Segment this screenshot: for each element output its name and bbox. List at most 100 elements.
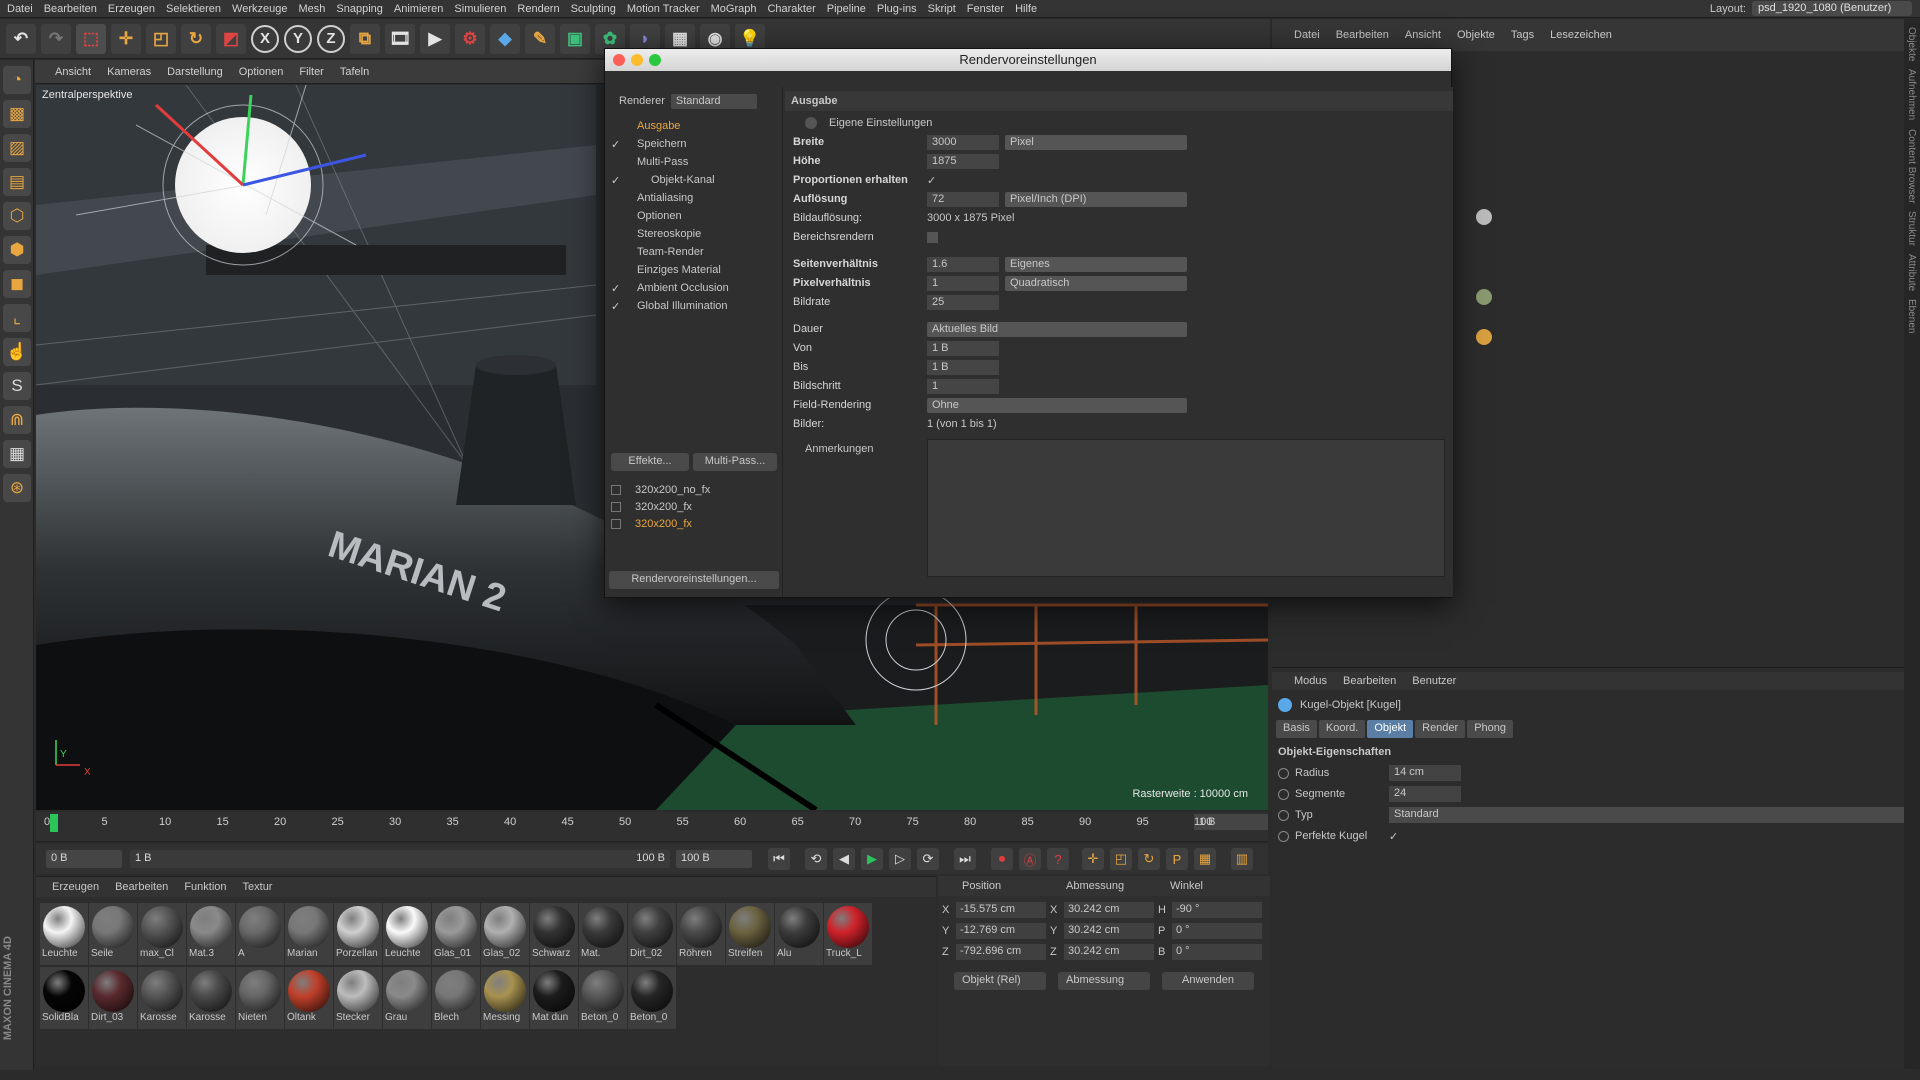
y-axis-lock-icon[interactable]: Y: [284, 24, 312, 53]
apply-button[interactable]: Anwenden: [1162, 972, 1254, 990]
side-tab[interactable]: Content Browser: [1906, 129, 1917, 203]
aspect-field[interactable]: 1.6: [927, 256, 999, 272]
move-tool-icon[interactable]: ✛: [111, 23, 141, 54]
menu-item[interactable]: Rendern: [517, 3, 559, 15]
material-swatch[interactable]: Mat.: [579, 903, 627, 965]
texture-mode-icon[interactable]: ▨: [3, 134, 31, 162]
material-swatch[interactable]: Grau: [383, 967, 431, 1029]
perfect-checkbox[interactable]: ✓: [1389, 830, 1398, 843]
side-tab[interactable]: Struktur: [1906, 211, 1917, 246]
attribute-tab[interactable]: Objekt: [1367, 720, 1414, 738]
menu-item[interactable]: Snapping: [336, 3, 383, 15]
material-swatch[interactable]: SolidBla: [40, 967, 88, 1029]
keyframe-selection-icon[interactable]: ?: [1047, 848, 1069, 870]
material-swatch[interactable]: Blech: [432, 967, 480, 1029]
autokey-icon[interactable]: Ⓐ: [1019, 848, 1041, 870]
material-menu-item[interactable]: Funktion: [184, 881, 226, 893]
width-field[interactable]: 3000: [927, 134, 999, 150]
close-icon[interactable]: [613, 54, 625, 66]
material-menu-item[interactable]: Bearbeiten: [115, 881, 168, 893]
zoom-icon[interactable]: [649, 54, 661, 66]
minimize-icon[interactable]: [631, 54, 643, 66]
next-frame-icon[interactable]: ▷: [889, 848, 911, 870]
object-menu-item[interactable]: Datei: [1294, 29, 1320, 41]
position-field[interactable]: -15.575 cm: [956, 902, 1046, 918]
notes-textarea[interactable]: [927, 439, 1445, 577]
render-settings-icon[interactable]: ⚙: [455, 23, 485, 54]
material-swatch[interactable]: Beton_0: [628, 967, 676, 1029]
redo-icon[interactable]: ↷: [41, 23, 71, 54]
attribute-menu-item[interactable]: Modus: [1294, 675, 1327, 687]
viewport-menu-item[interactable]: Filter: [299, 66, 323, 78]
viewport-menu-item[interactable]: Tafeln: [340, 66, 369, 78]
material-swatch[interactable]: Marian: [285, 903, 333, 965]
size-field[interactable]: 30.242 cm: [1064, 923, 1154, 939]
range-slider[interactable]: 1 B 100 B: [130, 850, 670, 868]
anim-dot-icon[interactable]: [1278, 830, 1289, 842]
material-swatch[interactable]: Leuchte: [40, 903, 88, 965]
renderer-select[interactable]: Standard: [670, 93, 757, 109]
unit-select[interactable]: Pixel: [1005, 134, 1187, 150]
undo-icon[interactable]: ↶: [6, 23, 36, 54]
menu-item[interactable]: Bearbeiten: [44, 3, 97, 15]
menu-item[interactable]: Charakter: [767, 3, 815, 15]
material-swatch[interactable]: Alu: [775, 903, 823, 965]
workplane-icon[interactable]: ▤: [3, 168, 31, 196]
sculpt-icon[interactable]: ⊛: [3, 474, 31, 502]
axis-mode-icon[interactable]: ⌞: [3, 304, 31, 332]
render-settings-item[interactable]: ✓ Global Illumination: [605, 297, 782, 315]
from-field[interactable]: 1 B: [927, 340, 999, 356]
menu-item[interactable]: Fenster: [967, 3, 1004, 15]
prev-key-icon[interactable]: ⟲: [805, 848, 827, 870]
side-tab[interactable]: Objekte: [1906, 27, 1917, 61]
snap-icon[interactable]: S: [3, 372, 31, 400]
height-field[interactable]: 1875: [927, 153, 999, 169]
rotate-tool-icon[interactable]: ↻: [181, 23, 211, 54]
menu-item[interactable]: Simulieren: [454, 3, 506, 15]
keep-ratio-checkbox[interactable]: ✓: [927, 174, 936, 187]
menu-item[interactable]: Motion Tracker: [627, 3, 700, 15]
pixel-ratio-field[interactable]: 1: [927, 275, 999, 291]
material-swatch[interactable]: max_Cl: [138, 903, 186, 965]
menu-item[interactable]: Pipeline: [827, 3, 866, 15]
select-tool-icon[interactable]: ⬚: [76, 23, 106, 54]
size-field[interactable]: 30.242 cm: [1064, 944, 1154, 960]
goto-end-icon[interactable]: ⏭: [954, 848, 976, 870]
size-field[interactable]: 30.242 cm: [1064, 902, 1154, 918]
goto-start-icon[interactable]: ⏮: [768, 848, 790, 870]
key-pla-icon[interactable]: ▦: [1194, 848, 1216, 870]
end-frame-field[interactable]: 100 B: [676, 850, 752, 868]
key-position-icon[interactable]: ✛: [1082, 848, 1104, 870]
render-preset-item[interactable]: 320x200_no_fx: [605, 481, 783, 498]
material-swatch[interactable]: Karosse: [187, 967, 235, 1029]
position-field[interactable]: -12.769 cm: [956, 923, 1046, 939]
key-rotation-icon[interactable]: ↻: [1138, 848, 1160, 870]
material-swatch[interactable]: Seile: [89, 903, 137, 965]
render-settings-checkbox[interactable]: ✓: [611, 282, 623, 295]
render-settings-item[interactable]: Antialiasing: [605, 189, 782, 207]
render-settings-item[interactable]: Team-Render: [605, 243, 782, 261]
material-swatch[interactable]: Leuchte: [383, 903, 431, 965]
render-settings-item[interactable]: Optionen: [605, 207, 782, 225]
coordinate-system-icon[interactable]: ⧉: [350, 23, 380, 54]
menu-item[interactable]: Plug-ins: [877, 3, 917, 15]
viewport-menu-item[interactable]: Optionen: [239, 66, 284, 78]
render-settings-item[interactable]: Stereoskopie: [605, 225, 782, 243]
side-tab[interactable]: Ebenen: [1906, 299, 1917, 333]
menu-item[interactable]: MoGraph: [711, 3, 757, 15]
menu-item[interactable]: Werkzeuge: [232, 3, 287, 15]
menu-item[interactable]: Selektieren: [166, 3, 221, 15]
play-icon[interactable]: ▶: [861, 848, 883, 870]
to-field[interactable]: 1 B: [927, 359, 999, 375]
render-settings-item[interactable]: ✓ Speichern: [605, 135, 782, 153]
aspect-select[interactable]: Eigenes: [1005, 256, 1187, 272]
custom-settings-icon[interactable]: [805, 117, 817, 129]
layout-selector[interactable]: Layout: psd_1920_1080 (Benutzer): [1710, 1, 1912, 16]
segments-field[interactable]: 24: [1389, 786, 1461, 802]
material-swatch[interactable]: Mat dun: [530, 967, 578, 1029]
attribute-tab[interactable]: Basis: [1276, 720, 1317, 738]
render-settings-item[interactable]: ✓ Ambient Occlusion: [605, 279, 782, 297]
render-preset-item[interactable]: 320x200_fx: [605, 498, 783, 515]
render-view-icon[interactable]: 🎞: [385, 23, 415, 54]
material-swatch[interactable]: Glas_02: [481, 903, 529, 965]
